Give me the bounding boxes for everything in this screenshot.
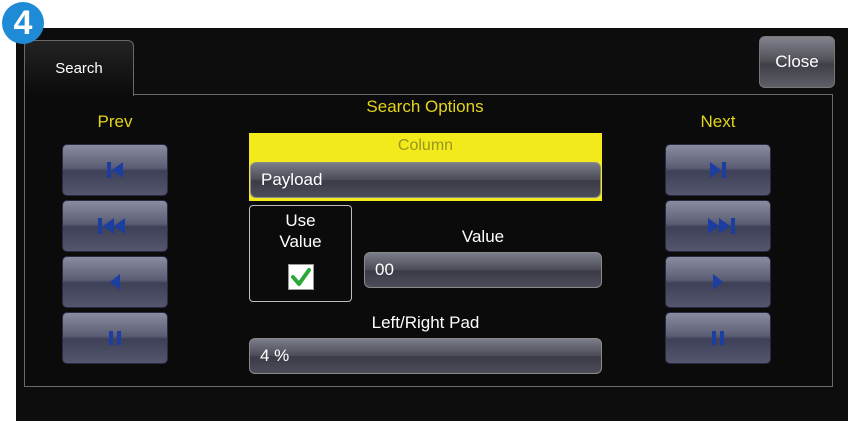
skip-back-icon: [98, 218, 125, 234]
use-value-label-line1: Use: [285, 211, 316, 230]
value-input[interactable]: 00: [364, 252, 602, 288]
pad-input[interactable]: 4 %: [249, 338, 602, 374]
next-last-button[interactable]: [665, 144, 771, 196]
skip-forward-icon: [708, 218, 735, 234]
next-label: Next: [700, 112, 736, 131]
first-icon: [107, 162, 123, 178]
use-value-group: Use Value: [249, 205, 352, 302]
prev-label: Prev: [97, 112, 133, 131]
step-number-badge: 4: [2, 2, 44, 44]
use-value-checkbox[interactable]: [288, 264, 314, 290]
value-label: Value: [461, 227, 505, 246]
use-value-label-line2: Value: [279, 232, 322, 251]
last-icon: [710, 162, 726, 178]
close-button[interactable]: Close: [759, 36, 835, 88]
column-label: Column: [397, 137, 454, 154]
prev-skip-button[interactable]: [62, 200, 168, 252]
step-forward-icon: [713, 274, 723, 290]
checkmark-icon: [291, 268, 311, 286]
pause-icon: [712, 331, 724, 345]
step-back-icon: [110, 274, 120, 290]
tab-search[interactable]: Search: [24, 40, 134, 96]
pause-icon: [109, 331, 121, 345]
prev-pause-button[interactable]: [62, 312, 168, 364]
use-value-label: Use Value: [250, 210, 351, 252]
next-skip-button[interactable]: [665, 200, 771, 252]
next-pause-button[interactable]: [665, 312, 771, 364]
tab-search-label: Search: [55, 60, 103, 77]
prev-first-button[interactable]: [62, 144, 168, 196]
next-step-button[interactable]: [665, 256, 771, 308]
prev-step-button[interactable]: [62, 256, 168, 308]
column-dropdown[interactable]: Payload: [250, 162, 601, 198]
search-options-title: Search Options: [366, 97, 484, 116]
pad-label: Left/Right Pad: [371, 313, 480, 332]
